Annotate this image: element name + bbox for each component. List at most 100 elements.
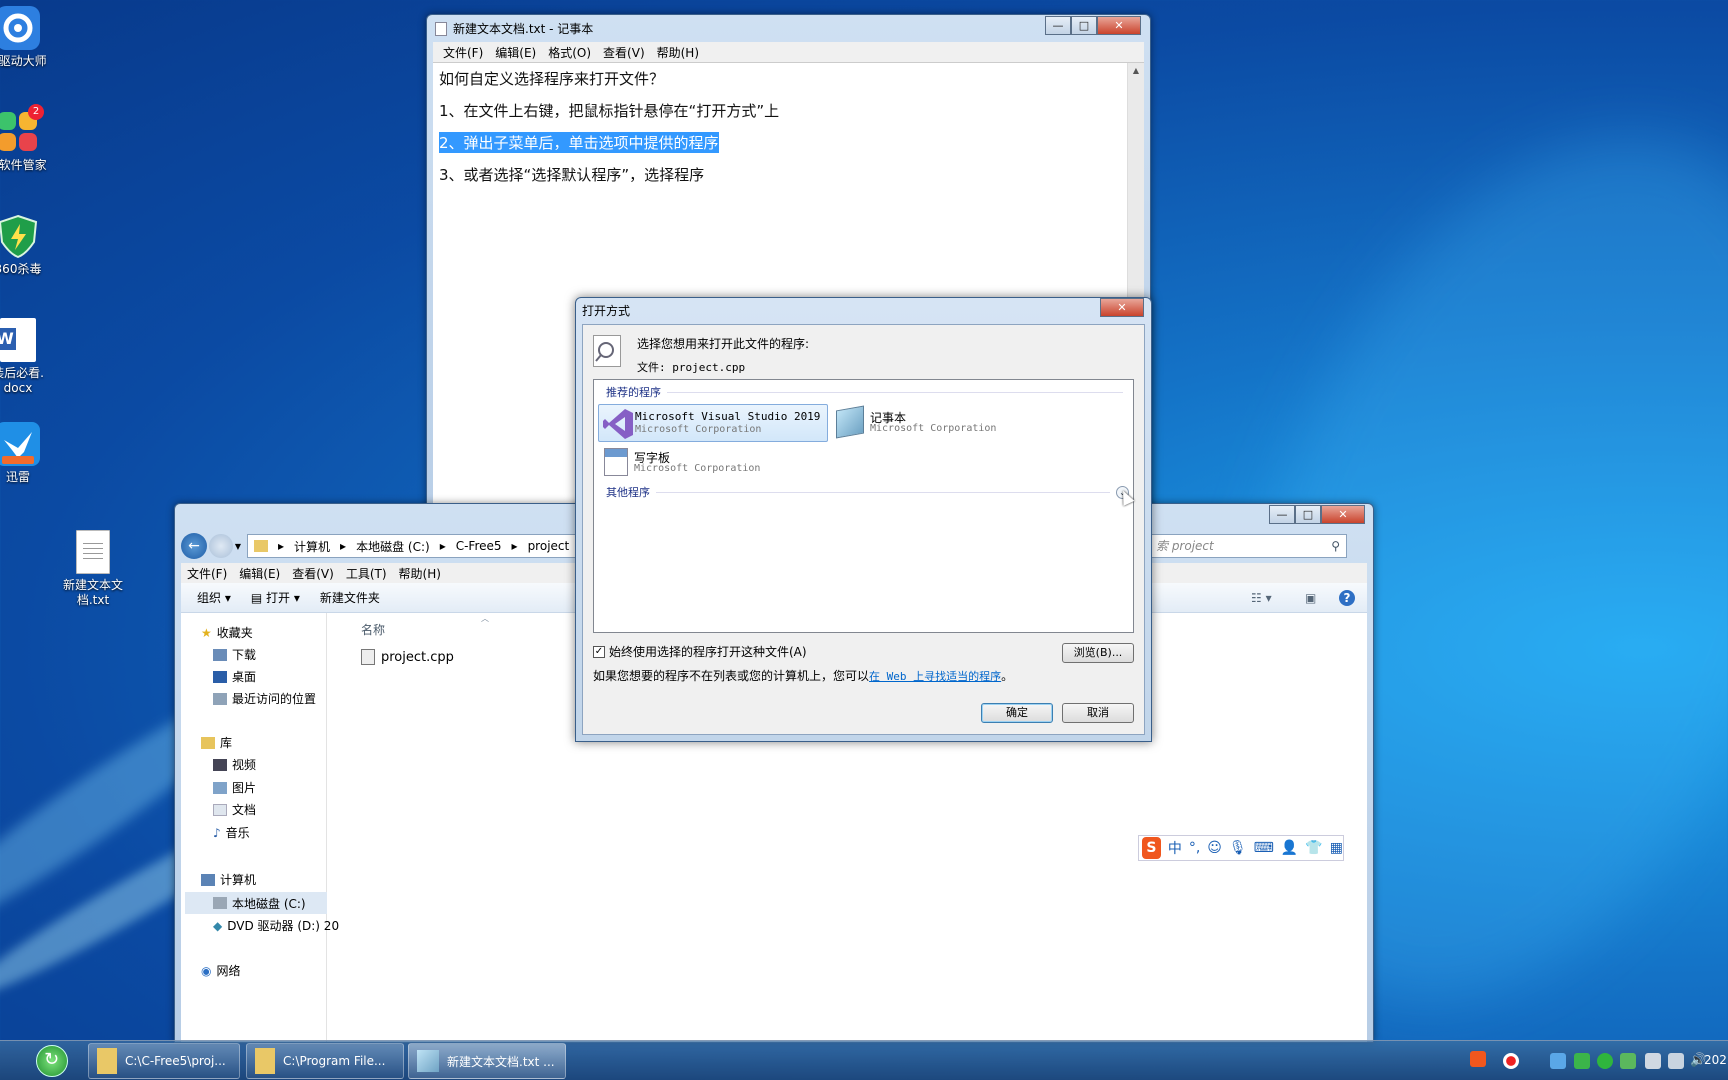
program-vendor: Microsoft Corporation [870, 423, 997, 434]
menu-file[interactable]: 文件(F) [437, 44, 489, 61]
web-search-link[interactable]: 在 Web 上寻找适当的程序 [869, 670, 1001, 683]
always-use-checkbox[interactable]: ✓ [593, 645, 605, 658]
menu-help[interactable]: 帮助(H) [393, 565, 447, 582]
breadcrumb-cfree5[interactable]: C-Free5 [456, 539, 502, 553]
emoji-icon[interactable]: ☺ [1207, 840, 1222, 856]
help-icon[interactable]: ? [1339, 589, 1355, 606]
folder-icon [255, 1048, 275, 1074]
minimize-button[interactable]: — [1045, 16, 1071, 35]
close-button[interactable]: ✕ [1321, 505, 1365, 524]
search-input[interactable]: 索 project ⚲ [1147, 534, 1347, 558]
nav-desktop[interactable]: 桌面 [213, 668, 256, 685]
view-options-icon[interactable]: ☷ ▾ [1251, 591, 1272, 605]
taskbar-item-explorer-2[interactable]: C:\Program File... [246, 1043, 404, 1079]
breadcrumb-computer[interactable]: 计算机 [294, 538, 330, 555]
menu-edit[interactable]: 编辑(E) [233, 565, 286, 582]
network-tray-icon[interactable] [1550, 1053, 1566, 1069]
preview-pane-icon[interactable]: ▣ [1305, 591, 1316, 605]
desktop-icon-word-doc[interactable]: W 装后必看. docx [0, 318, 58, 396]
dialog-prompt: 选择您想用来打开此文件的程序: [637, 337, 810, 351]
back-button[interactable]: ← [181, 533, 207, 559]
desktop-icon-label: 新建文本文 [62, 578, 123, 592]
recommended-header: 推荐的程序 [606, 384, 1123, 400]
dialog-close-button[interactable]: ✕ [1100, 298, 1144, 317]
nav-libraries[interactable]: 库 [201, 734, 232, 751]
organize-button[interactable]: 组织 ▾ [197, 589, 231, 606]
taskbar-item-explorer-1[interactable]: C:\C-Free5\proj... [88, 1043, 240, 1079]
cancel-button[interactable]: 取消 [1062, 703, 1134, 723]
scroll-up-arrow-icon[interactable]: ▲ [1128, 63, 1144, 79]
green-plus-icon[interactable] [1597, 1053, 1613, 1069]
start-button[interactable]: ↻ [36, 1045, 68, 1077]
ime-punctuation-toggle[interactable]: °, [1189, 840, 1200, 856]
file-row[interactable]: project.cpp [361, 649, 454, 665]
file-label: 文件: project.cpp [637, 361, 746, 374]
breadcrumb-local-disk[interactable]: 本地磁盘 (C:) [356, 538, 430, 555]
text-line: 如何自定义选择程序来打开文件？ [439, 70, 665, 88]
monitor-tray-icon[interactable] [1645, 1053, 1661, 1069]
shield-tray-icon[interactable] [1574, 1053, 1590, 1069]
always-use-checkbox-row[interactable]: ✓ 始终使用选择的程序打开这种文件(A) [593, 643, 807, 660]
skin-icon[interactable]: 👕 [1305, 840, 1322, 856]
keyboard-icon[interactable]: ⌨ [1254, 840, 1274, 856]
clock[interactable]: 202 [1704, 1053, 1727, 1067]
flag-tray-icon[interactable] [1668, 1053, 1684, 1069]
notepad-titlebar[interactable]: 新建文本文档.txt - 记事本 [435, 19, 593, 39]
power-tray-icon[interactable] [1620, 1053, 1636, 1069]
column-header-name[interactable]: 名称 [361, 621, 385, 638]
desktop-icon-driver-master[interactable]: D驱动大师 [0, 6, 58, 69]
nav-pictures[interactable]: 图片 [213, 779, 256, 796]
microphone-icon[interactable]: 🎙 [1229, 840, 1247, 856]
nav-local-disk[interactable]: 本地磁盘 (C:) [185, 892, 327, 914]
sogou-tray-icon[interactable] [1470, 1051, 1486, 1067]
desktop-icon-software-manager[interactable]: 2 D软件管家 [0, 104, 58, 173]
record-icon[interactable] [1503, 1053, 1519, 1069]
nav-network[interactable]: ◉ 网络 [201, 962, 241, 979]
new-folder-button[interactable]: 新建文件夹 [320, 589, 380, 606]
nav-downloads[interactable]: 下载 [213, 646, 256, 663]
menu-tools[interactable]: 工具(T) [340, 565, 393, 582]
nav-documents[interactable]: 文档 [213, 801, 256, 818]
ime-mode-toggle[interactable]: 中 [1168, 838, 1182, 858]
nav-computer[interactable]: 计算机 [201, 871, 256, 888]
menu-edit[interactable]: 编辑(E) [489, 44, 542, 61]
menu-view[interactable]: 查看(V) [286, 565, 340, 582]
desktop-icon-label: 迅雷 [5, 470, 30, 484]
forward-button[interactable] [209, 534, 233, 558]
other-programs-header[interactable]: 其他程序 ⌄ [606, 484, 1129, 500]
desktop-icon-360-antivirus[interactable]: 360杀毒 [0, 214, 58, 277]
maximize-button[interactable]: □ [1295, 505, 1321, 524]
nav-favorites[interactable]: ★ 收藏夹 [201, 624, 253, 641]
taskbar-item-notepad[interactable]: 新建文本文档.txt ... [408, 1043, 566, 1079]
breadcrumb-project[interactable]: project [528, 539, 570, 553]
menu-format[interactable]: 格式(O) [542, 44, 597, 61]
browse-button[interactable]: 浏览(B)... [1062, 643, 1134, 663]
program-list[interactable]: 推荐的程序 Microsoft Visual Studio 2019 Micro… [593, 379, 1135, 633]
menu-help[interactable]: 帮助(H) [651, 44, 705, 61]
menu-view[interactable]: 查看(V) [597, 44, 651, 61]
nav-dvd-drive[interactable]: ◆ DVD 驱动器 (D:) 20 [213, 917, 339, 934]
nav-videos[interactable]: 视频 [213, 756, 256, 773]
program-vendor: Microsoft Corporation [634, 463, 761, 474]
desktop-icon-xunlei[interactable]: 迅雷 [0, 422, 58, 485]
program-item-wordpad[interactable]: 写字板 Microsoft Corporation [598, 444, 828, 482]
program-item-visual-studio[interactable]: Microsoft Visual Studio 2019 Microsoft C… [598, 404, 828, 442]
desktop-icon-text-file[interactable]: 新建文本文 档.txt [53, 530, 133, 608]
ime-toolbar[interactable]: S 中 °, ☺ 🎙 ⌨ 👤 👕 ▦ [1138, 835, 1344, 861]
ok-button[interactable]: 确定 [981, 703, 1053, 723]
maximize-button[interactable]: □ [1071, 16, 1097, 35]
open-with-dialog: 打开方式 ✕ 选择您想用来打开此文件的程序: 文件: project.cpp 推… [575, 297, 1152, 742]
minimize-button[interactable]: — [1269, 505, 1295, 524]
nav-recent[interactable]: 最近访问的位置 [213, 690, 316, 707]
menu-file[interactable]: 文件(F) [181, 565, 233, 582]
user-icon[interactable]: 👤 [1281, 840, 1298, 856]
close-button[interactable]: ✕ [1097, 16, 1141, 35]
history-dropdown-icon[interactable]: ▼ [233, 542, 243, 551]
toolbox-icon[interactable]: ▦ [1330, 840, 1343, 856]
notepad-menubar: 文件(F) 编辑(E) 格式(O) 查看(V) 帮助(H) [433, 42, 1144, 62]
folder-icon [254, 540, 268, 552]
document-icon [213, 803, 227, 816]
program-item-notepad[interactable]: 记事本 Microsoft Corporation [834, 404, 1064, 442]
open-button[interactable]: ▤ 打开 ▾ [251, 589, 300, 606]
nav-music[interactable]: ♪ 音乐 [213, 824, 250, 841]
